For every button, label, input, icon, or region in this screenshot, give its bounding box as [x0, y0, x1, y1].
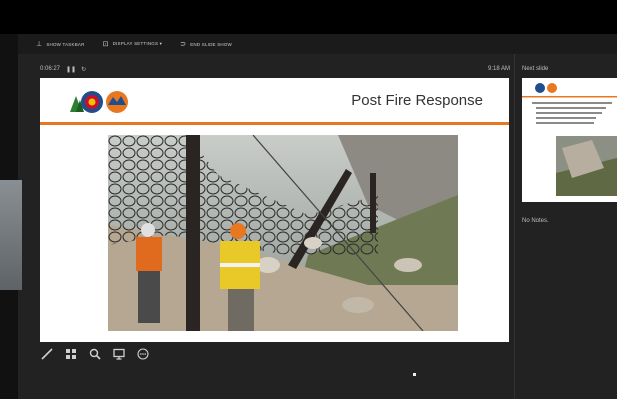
end-slide-show-button[interactable]: ⊃ END SLIDE SHOW: [180, 40, 232, 48]
left-thumbnail-edge: [0, 180, 22, 290]
screen-icon[interactable]: [112, 347, 126, 361]
presenter-toolbar: ⊥ SHOW TASKBAR ⊡ DISPLAY SETTINGS ▾ ⊃ EN…: [18, 34, 617, 54]
display-settings-icon: ⊡: [102, 41, 109, 48]
display-settings-label: DISPLAY SETTINGS ▾: [112, 41, 163, 46]
next-slide-thumbnail[interactable]: [522, 78, 617, 202]
slide-tools: [40, 347, 150, 361]
mouse-cursor: [413, 373, 416, 376]
pen-icon[interactable]: [40, 347, 54, 361]
cdot-logo: [70, 91, 128, 113]
pane-divider: [514, 54, 515, 399]
current-slide[interactable]: Post Fire Response: [40, 78, 509, 342]
reset-timer-icon[interactable]: ↻: [81, 66, 86, 73]
pause-icon[interactable]: ❚❚: [66, 66, 76, 73]
notes-text: No Notes.: [522, 218, 549, 224]
elapsed-timer: 0:06:27: [40, 66, 61, 72]
top-black-bar: [0, 0, 617, 34]
presenter-icon: ⊥: [36, 41, 43, 48]
end-slide-show-label: END SLIDE SHOW: [190, 41, 232, 47]
worker-left: [136, 223, 162, 323]
slides-grid-icon[interactable]: [64, 347, 78, 361]
display-settings-button[interactable]: ⊡ DISPLAY SETTINGS ▾: [103, 40, 163, 48]
slide-title: Post Fire Response: [351, 92, 483, 109]
rockfall-fence-photo: [108, 135, 458, 331]
end-show-icon: ⊃: [180, 41, 187, 48]
more-icon[interactable]: [136, 347, 150, 361]
accent-rule: [40, 122, 509, 125]
show-taskbar-button[interactable]: ⊥ SHOW TASKBAR: [36, 40, 85, 48]
clock: 9:18 AM: [487, 66, 510, 72]
show-taskbar-label: SHOW TASKBAR: [46, 41, 85, 47]
next-slide-label: Next slide: [522, 66, 549, 72]
slide-header: Post Fire Response: [40, 78, 509, 122]
next-slide-preview: [522, 83, 617, 196]
timer-row: 0:06:27 ❚❚ ↻ 9:18 AM: [40, 64, 510, 74]
zoom-icon[interactable]: [88, 347, 102, 361]
